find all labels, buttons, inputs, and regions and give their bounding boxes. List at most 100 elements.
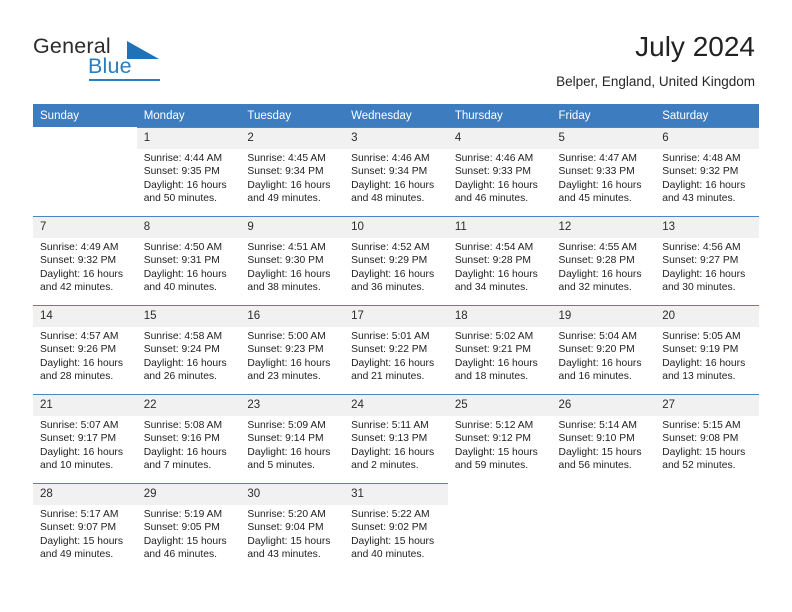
calendar-day-cell[interactable]: 3 Sunrise: 4:46 AM Sunset: 9:34 PM Daylight… <box>344 127 448 216</box>
day-details: Sunrise: 5:01 AM Sunset: 9:22 PM Daylight:… <box>344 327 448 384</box>
calendar-day-cell[interactable]: 9 Sunrise: 4:51 AM Sunset: 9:30 PM Daylight… <box>240 216 345 305</box>
page-title: July 2024 <box>635 31 755 62</box>
day-number: 15 <box>136 306 241 327</box>
calendar-day-cell[interactable]: 13 Sunrise: 4:56 AM Sunset: 9:27 PM Dayligh… <box>655 216 759 305</box>
sunset-text: Sunset: 9:08 PM <box>662 433 739 445</box>
sunset-text: Sunset: 9:34 PM <box>247 166 324 178</box>
daylight-text: Daylight: 15 hours <box>454 446 538 458</box>
page-subtitle: Belper, England, United Kingdom <box>556 74 755 89</box>
calendar-day-cell[interactable]: 12 Sunrise: 4:55 AM Sunset: 9:28 PM Dayligh… <box>551 216 656 305</box>
calendar-day-cell[interactable]: 22 Sunrise: 5:08 AM Sunset: 9:16 PM Dayligh… <box>136 394 241 483</box>
day-details: Sunrise: 5:11 AM Sunset: 9:13 PM Daylight:… <box>344 416 448 473</box>
sunrise-text: Sunrise: 4:56 AM <box>662 242 741 253</box>
calendar-day-cell[interactable]: 1 Sunrise: 4:44 AM Sunset: 9:35 PM Daylight… <box>136 127 241 216</box>
calendar-day-cell[interactable]: 19 Sunrise: 5:04 AM Sunset: 9:20 PM Dayligh… <box>551 305 656 394</box>
day-number: 25 <box>447 395 552 416</box>
calendar-day-cell[interactable]: 24 Sunrise: 5:11 AM Sunset: 9:13 PM Dayligh… <box>344 394 448 483</box>
calendar-day-cell[interactable]: 20 Sunrise: 5:05 AM Sunset: 9:19 PM Dayligh… <box>655 305 759 394</box>
day-number: 18 <box>447 306 552 327</box>
sunset-text: Sunset: 9:27 PM <box>662 255 739 267</box>
daylight-text: and 10 minutes. <box>40 460 114 472</box>
day-details: Sunrise: 4:45 AM Sunset: 9:34 PM Daylight:… <box>240 149 344 206</box>
calendar-day-cell[interactable]: 30 Sunrise: 5:20 AM Sunset: 9:04 PM Dayligh… <box>240 483 345 572</box>
day-cell-inner: 26 Sunrise: 5:14 AM Sunset: 9:10 PM Dayligh… <box>551 394 656 483</box>
day-number: 20 <box>655 306 759 327</box>
calendar-day-cell[interactable]: 2 Sunrise: 4:45 AM Sunset: 9:34 PM Daylight… <box>240 127 345 216</box>
daylight-text: Daylight: 15 hours <box>558 446 642 458</box>
day-cell-inner: 31 Sunrise: 5:22 AM Sunset: 9:02 PM Dayligh… <box>344 483 448 572</box>
calendar-day-cell[interactable]: 11 Sunrise: 4:54 AM Sunset: 9:28 PM Dayligh… <box>447 216 552 305</box>
sunset-text: Sunset: 9:32 PM <box>662 166 739 178</box>
sunrise-text: Sunrise: 4:46 AM <box>351 153 430 164</box>
day-details: Sunrise: 4:55 AM Sunset: 9:28 PM Daylight:… <box>552 238 656 295</box>
weekday-header-monday: Monday <box>136 104 241 127</box>
calendar-week-row: 7 Sunrise: 4:49 AM Sunset: 9:32 PM Daylight… <box>33 216 759 305</box>
sunset-text: Sunset: 9:23 PM <box>247 344 324 356</box>
calendar-grid: Sunday Monday Tuesday Wednesday Thursday… <box>33 104 759 572</box>
calendar-day-cell[interactable]: 29 Sunrise: 5:19 AM Sunset: 9:05 PM Dayligh… <box>136 483 241 572</box>
day-number: 3 <box>344 128 448 149</box>
calendar-day-cell[interactable]: 4 Sunrise: 4:46 AM Sunset: 9:33 PM Daylight… <box>447 127 552 216</box>
day-cell-inner: 6 Sunrise: 4:48 AM Sunset: 9:32 PM Daylight… <box>655 127 759 216</box>
day-details: Sunrise: 5:15 AM Sunset: 9:08 PM Daylight:… <box>655 416 759 473</box>
daylight-text: Daylight: 15 hours <box>247 535 331 547</box>
calendar-day-cell[interactable]: 7 Sunrise: 4:49 AM Sunset: 9:32 PM Daylight… <box>33 216 137 305</box>
sunrise-text: Sunrise: 5:04 AM <box>558 331 637 342</box>
calendar-day-cell[interactable]: 6 Sunrise: 4:48 AM Sunset: 9:32 PM Daylight… <box>655 127 759 216</box>
day-details: Sunrise: 4:46 AM Sunset: 9:34 PM Daylight:… <box>344 149 448 206</box>
sunrise-text: Sunrise: 4:55 AM <box>558 242 637 253</box>
calendar-day-cell[interactable]: 14 Sunrise: 4:57 AM Sunset: 9:26 PM Dayligh… <box>33 305 137 394</box>
day-details: Sunrise: 4:44 AM Sunset: 9:35 PM Daylight:… <box>137 149 241 206</box>
day-cell-inner: 16 Sunrise: 5:00 AM Sunset: 9:23 PM Dayligh… <box>240 305 345 394</box>
sunset-text: Sunset: 9:28 PM <box>558 255 635 267</box>
daylight-text: and 52 minutes. <box>662 460 736 472</box>
sunrise-text: Sunrise: 5:09 AM <box>247 420 326 431</box>
day-number <box>448 484 552 505</box>
calendar-day-cell[interactable]: 28 Sunrise: 5:17 AM Sunset: 9:07 PM Dayligh… <box>33 483 137 572</box>
daylight-text: and 5 minutes. <box>247 460 315 472</box>
daylight-text: and 43 minutes. <box>662 193 736 205</box>
sunrise-text: Sunrise: 4:46 AM <box>454 153 534 164</box>
weekday-header-saturday: Saturday <box>655 104 759 127</box>
brand-logo[interactable]: General Blue <box>33 34 253 84</box>
day-number: 26 <box>551 395 656 416</box>
daylight-text: Daylight: 16 hours <box>351 179 435 191</box>
calendar-day-cell[interactable]: 27 Sunrise: 5:15 AM Sunset: 9:08 PM Dayligh… <box>655 394 759 483</box>
daylight-text: Daylight: 16 hours <box>454 179 538 191</box>
sunrise-text: Sunrise: 5:11 AM <box>351 420 429 431</box>
daylight-text: and 30 minutes. <box>662 282 736 294</box>
sunrise-text: Sunrise: 4:47 AM <box>558 153 637 164</box>
calendar-day-cell[interactable]: 25 Sunrise: 5:12 AM Sunset: 9:12 PM Dayligh… <box>447 394 552 483</box>
calendar-day-cell[interactable]: 26 Sunrise: 5:14 AM Sunset: 9:10 PM Dayligh… <box>551 394 656 483</box>
day-cell-inner: 30 Sunrise: 5:20 AM Sunset: 9:04 PM Dayligh… <box>240 483 345 572</box>
day-cell-inner <box>33 127 137 216</box>
calendar-day-cell[interactable]: 18 Sunrise: 5:02 AM Sunset: 9:21 PM Dayligh… <box>447 305 552 394</box>
calendar-day-cell[interactable]: 15 Sunrise: 4:58 AM Sunset: 9:24 PM Dayligh… <box>136 305 241 394</box>
day-number: 13 <box>655 217 759 238</box>
calendar-day-cell[interactable]: 5 Sunrise: 4:47 AM Sunset: 9:33 PM Daylight… <box>551 127 656 216</box>
calendar-day-cell[interactable]: 21 Sunrise: 5:07 AM Sunset: 9:17 PM Dayligh… <box>33 394 137 483</box>
daylight-text: and 36 minutes. <box>351 282 425 294</box>
sunrise-text: Sunrise: 5:12 AM <box>454 420 534 431</box>
day-number <box>33 128 137 149</box>
brand-underline <box>89 79 160 81</box>
daylight-text: and 16 minutes. <box>558 371 632 383</box>
calendar-day-cell[interactable]: 31 Sunrise: 5:22 AM Sunset: 9:02 PM Dayligh… <box>344 483 448 572</box>
calendar-day-cell[interactable]: 17 Sunrise: 5:01 AM Sunset: 9:22 PM Dayligh… <box>344 305 448 394</box>
day-number: 27 <box>655 395 759 416</box>
calendar-day-cell[interactable]: 8 Sunrise: 4:50 AM Sunset: 9:31 PM Daylight… <box>136 216 241 305</box>
day-number: 28 <box>33 484 137 505</box>
sunset-text: Sunset: 9:04 PM <box>247 522 324 534</box>
calendar-day-cell[interactable]: 23 Sunrise: 5:09 AM Sunset: 9:14 PM Dayligh… <box>240 394 345 483</box>
sunset-text: Sunset: 9:17 PM <box>40 433 117 445</box>
day-cell-inner: 17 Sunrise: 5:01 AM Sunset: 9:22 PM Dayligh… <box>344 305 448 394</box>
calendar-day-cell[interactable]: 10 Sunrise: 4:52 AM Sunset: 9:29 PM Dayligh… <box>344 216 448 305</box>
daylight-text: Daylight: 16 hours <box>558 179 642 191</box>
calendar-day-cell[interactable]: 16 Sunrise: 5:00 AM Sunset: 9:23 PM Dayligh… <box>240 305 345 394</box>
daylight-text: and 28 minutes. <box>40 371 114 383</box>
daylight-text: and 38 minutes. <box>247 282 321 294</box>
day-cell-inner: 5 Sunrise: 4:47 AM Sunset: 9:33 PM Daylight… <box>551 127 656 216</box>
daylight-text: Daylight: 15 hours <box>351 535 435 547</box>
day-number: 17 <box>344 306 448 327</box>
daylight-text: and 50 minutes. <box>143 193 217 205</box>
